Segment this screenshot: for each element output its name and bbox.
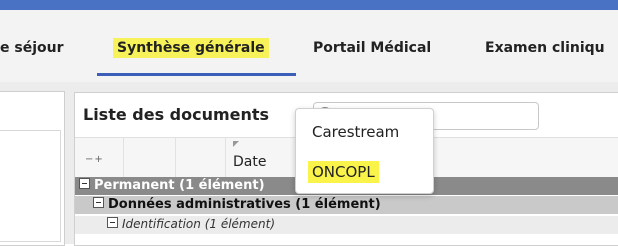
expand-collapse-buttons[interactable]: −+ (85, 154, 104, 165)
group-row-identification[interactable]: Identification (1 élément) (75, 216, 618, 234)
tab-examen-clinique[interactable]: Examen cliniqu (485, 40, 605, 56)
column-separator (225, 138, 226, 178)
left-panel (0, 91, 65, 246)
group-label: Permanent (94, 178, 175, 193)
collapse-icon[interactable] (107, 217, 118, 228)
group-count: (1 élément) (295, 197, 381, 212)
collapse-icon[interactable] (93, 197, 104, 208)
tab-synthese-generale[interactable]: Synthèse générale (113, 38, 269, 58)
column-header-date[interactable]: Date (233, 154, 266, 170)
tab-portail-medical[interactable]: Portail Médical (313, 40, 431, 56)
sort-indicator-icon (233, 141, 239, 147)
top-accent-bar (0, 0, 618, 10)
collapse-icon[interactable] (79, 178, 90, 189)
group-label: Données administratives (108, 197, 291, 212)
left-panel-content (0, 130, 61, 242)
menu-item-oncopl[interactable]: ONCOPL (308, 161, 379, 183)
column-separator (175, 138, 176, 178)
tab-sejour[interactable]: e séjour (0, 40, 64, 56)
active-tab-indicator (97, 73, 296, 76)
group-count: (1 élément) (179, 178, 265, 193)
tab-bar: e séjour Synthèse générale Portail Médic… (0, 10, 618, 82)
column-separator (123, 138, 124, 178)
group-count: (1 élément) (204, 217, 275, 231)
menu-item-carestream[interactable]: Carestream (312, 123, 399, 141)
context-menu: Carestream ONCOPL (295, 108, 434, 194)
group-label: Identification (122, 217, 201, 231)
group-row-donnees-administratives[interactable]: Données administratives (1 élément) (75, 196, 618, 214)
documents-title: Liste des documents (83, 105, 270, 124)
